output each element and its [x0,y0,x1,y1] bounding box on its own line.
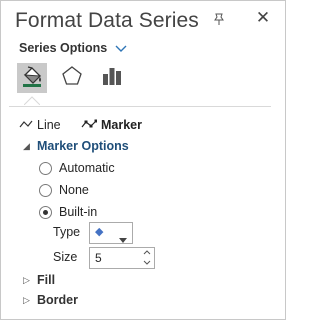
marker-options-header[interactable]: ◢ Marker Options [23,139,129,153]
dropdown-arrow-icon [119,230,127,248]
tab-marker[interactable]: Marker [81,118,142,132]
radio-automatic[interactable]: Automatic [39,161,115,175]
radio-none[interactable]: None [39,183,89,197]
marker-options-label: Marker Options [37,139,129,153]
fill-header[interactable]: ▷ Fill [23,273,55,287]
border-label: Border [37,293,78,307]
size-label: Size [53,250,78,264]
series-options-dropdown[interactable]: Series Options [19,41,127,55]
pin-down-icon[interactable] [212,12,226,26]
line-icon [19,118,33,132]
triangle-right-icon: ▷ [23,294,30,305]
format-data-series-pane: Format Data Series ✕ Series Options Line… [0,0,286,320]
radio-button[interactable] [39,183,52,197]
series-options-label: Series Options [19,41,108,55]
pane-title: Format Data Series [15,9,199,32]
divider [9,106,271,107]
border-header[interactable]: ▷ Border [23,293,78,307]
tab-line-label: Line [37,118,61,132]
marker-type-value: ◆ [95,226,104,238]
built-in-label: Built-in [59,205,98,219]
series-options-tab[interactable] [97,63,127,93]
fill-line-tab[interactable] [17,63,47,93]
radio-button[interactable] [39,161,52,175]
triangle-right-icon: ▷ [23,274,30,285]
radio-built-in[interactable]: Built-in [39,205,97,219]
radio-button-checked[interactable] [39,205,52,219]
triangle-down-icon: ◢ [23,140,30,151]
close-icon[interactable]: ✕ [255,9,271,27]
pentagon-icon [60,64,84,93]
paint-bucket-icon [19,63,45,94]
marker-type-dropdown[interactable]: ◆ [89,222,133,244]
bar-chart-icon [100,64,124,93]
fill-label: Fill [37,273,56,287]
spin-up-icon[interactable] [142,249,152,258]
marker-size-value: 5 [95,251,102,265]
marker-size-spinner[interactable]: 5 [89,247,155,269]
none-label: None [59,183,89,197]
effects-tab[interactable] [57,63,87,93]
chevron-down-icon [115,43,127,53]
tab-marker-label: Marker [101,118,142,132]
marker-line-icon [81,118,98,132]
automatic-label: Automatic [59,161,115,175]
type-label: Type [53,225,81,239]
tab-line[interactable]: Line [19,118,61,132]
spin-down-icon[interactable] [142,259,152,268]
